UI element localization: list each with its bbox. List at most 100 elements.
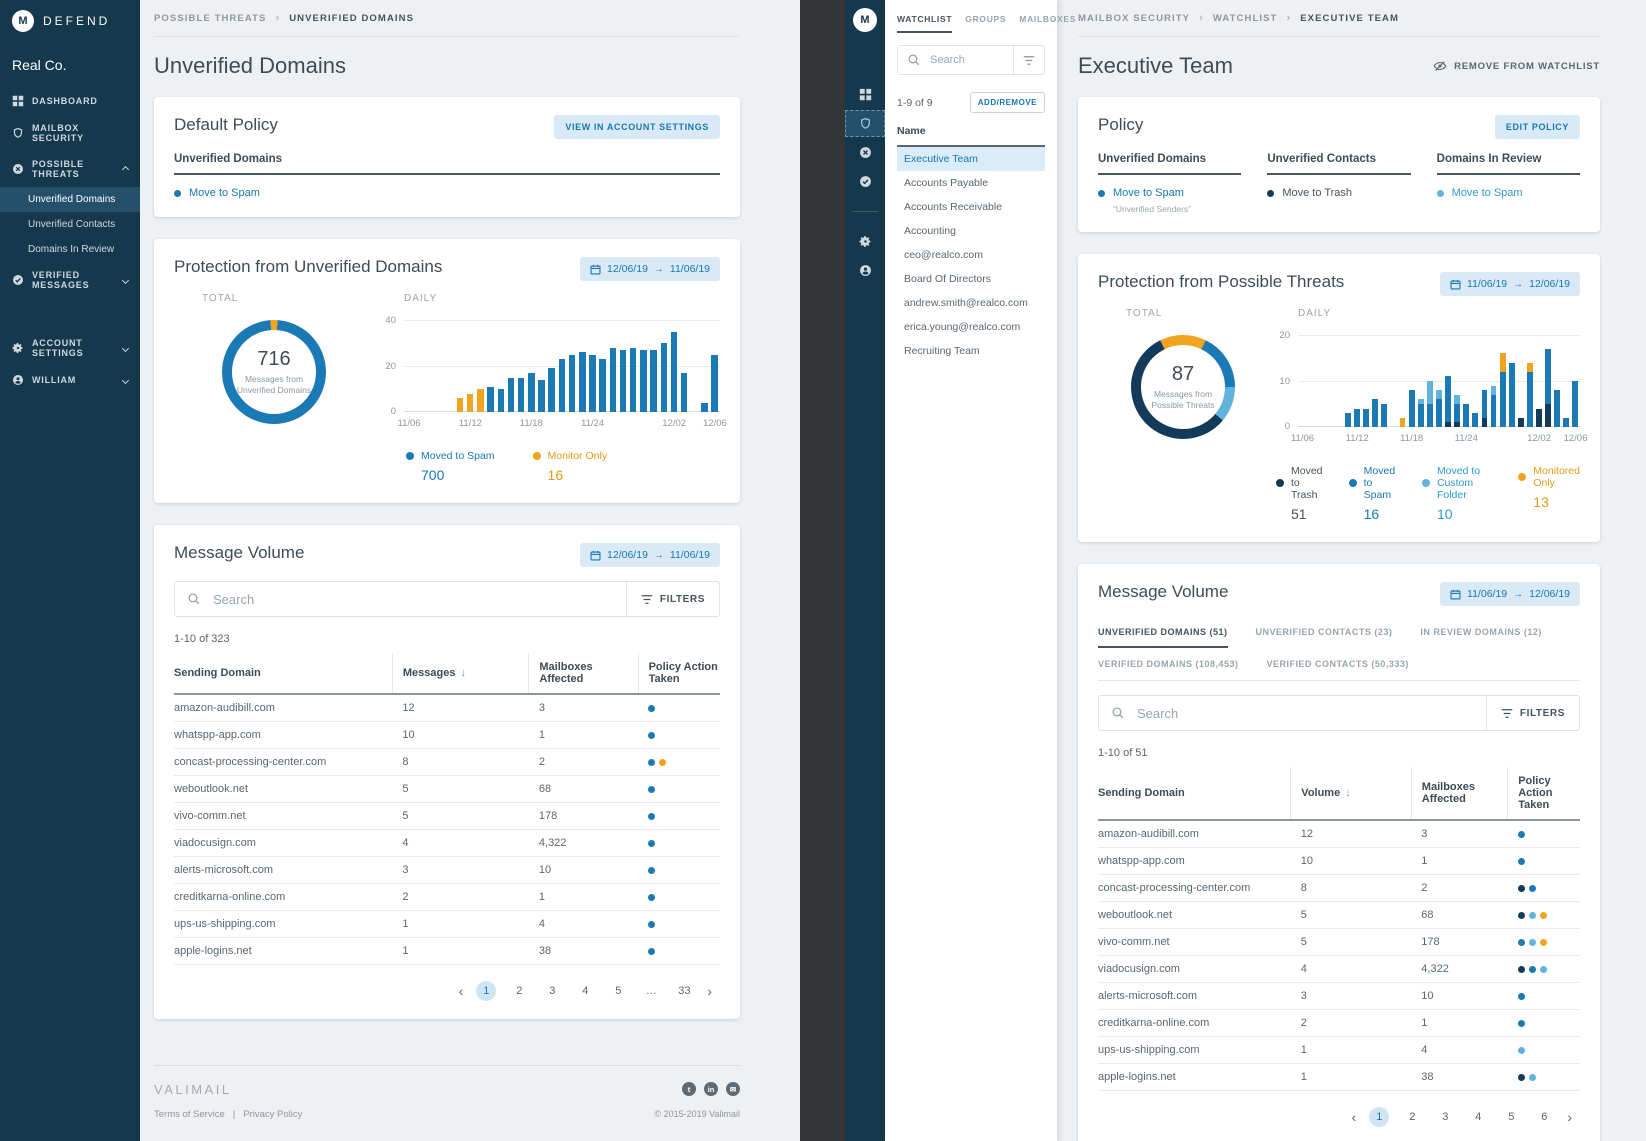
table-row[interactable]: creditkarna-online.com21 bbox=[174, 884, 720, 911]
next-page-button[interactable]: › bbox=[707, 983, 712, 999]
rail-item-user[interactable] bbox=[845, 257, 885, 284]
search-input[interactable] bbox=[1135, 705, 1486, 722]
prev-page-button[interactable]: ‹ bbox=[1352, 1109, 1357, 1125]
search-input[interactable] bbox=[211, 591, 626, 608]
add-remove-button[interactable]: ADD/REMOVE bbox=[970, 92, 1045, 113]
terms-of-service-link[interactable]: Terms of Service bbox=[154, 1109, 225, 1120]
table-row[interactable]: amazon-audibill.com123 bbox=[174, 694, 720, 722]
breadcrumb-parent[interactable]: POSSIBLE THREATS bbox=[154, 13, 266, 24]
list-item[interactable]: andrew.smith@realco.com bbox=[897, 291, 1045, 315]
page-button[interactable]: 3 bbox=[542, 981, 562, 1001]
table-row[interactable]: weboutlook.net568 bbox=[1098, 902, 1580, 929]
prev-page-button[interactable]: ‹ bbox=[459, 983, 464, 999]
breadcrumb-root[interactable]: MAILBOX SECURITY bbox=[1078, 13, 1190, 24]
date-range-badge[interactable]: 11/06/19 → 12/06/19 bbox=[1440, 272, 1580, 296]
linkedin-icon[interactable]: in bbox=[704, 1082, 718, 1096]
tab-in-review-domains[interactable]: IN REVIEW DOMAINS (12) bbox=[1420, 616, 1542, 648]
list-item[interactable]: erica.young@realco.com bbox=[897, 315, 1045, 339]
sidebar-item-verified-messages[interactable]: VERIFIED MESSAGES bbox=[0, 262, 140, 298]
table-row[interactable]: weboutlook.net568 bbox=[174, 776, 720, 803]
page-button[interactable]: 4 bbox=[1468, 1107, 1488, 1127]
table-row[interactable]: amazon-audibill.com123 bbox=[1098, 820, 1580, 848]
rail-item-dashboard[interactable] bbox=[845, 81, 885, 108]
table-row[interactable]: vivo-comm.net5178 bbox=[174, 803, 720, 830]
defend-logo-icon[interactable]: M bbox=[853, 8, 877, 32]
sidebar-item-user[interactable]: WILLIAM bbox=[0, 366, 140, 394]
view-in-account-settings-button[interactable]: VIEW IN ACCOUNT SETTINGS bbox=[554, 115, 720, 139]
list-item[interactable]: Accounts Receivable bbox=[897, 195, 1045, 219]
email-icon[interactable]: ✉ bbox=[726, 1082, 740, 1096]
rail-item-account-settings[interactable] bbox=[845, 228, 885, 255]
filters-button[interactable]: FILTERS bbox=[1486, 696, 1579, 730]
table-row[interactable]: viadocusign.com44,322 bbox=[174, 830, 720, 857]
remove-from-watchlist-button[interactable]: REMOVE FROM WATCHLIST bbox=[1433, 59, 1600, 73]
column-header-policy-action[interactable]: Policy Action Taken bbox=[1508, 767, 1580, 820]
table-row[interactable]: vivo-comm.net5178 bbox=[1098, 929, 1580, 956]
filter-button[interactable] bbox=[1013, 46, 1044, 74]
search-input[interactable] bbox=[928, 53, 1013, 67]
column-header-sending-domain[interactable]: Sending Domain bbox=[1098, 767, 1291, 820]
sidebar-item-unverified-domains[interactable]: Unverified Domains bbox=[0, 187, 140, 212]
column-header-messages[interactable]: Messages↓ bbox=[392, 653, 529, 694]
list-item[interactable]: Accounts Payable bbox=[897, 171, 1045, 195]
list-item[interactable]: Board Of Directors bbox=[897, 267, 1045, 291]
table-row[interactable]: alerts-microsoft.com310 bbox=[174, 857, 720, 884]
list-item[interactable]: Recruiting Team bbox=[897, 339, 1045, 363]
rail-item-mailbox-security[interactable] bbox=[845, 110, 885, 137]
table-row[interactable]: concast-processing-center.com82 bbox=[1098, 875, 1580, 902]
date-range-badge[interactable]: 12/06/19 → 11/06/19 bbox=[580, 257, 720, 281]
filters-button[interactable]: FILTERS bbox=[626, 582, 719, 616]
tab-unverified-contacts[interactable]: UNVERIFIED CONTACTS (23) bbox=[1256, 616, 1393, 648]
table-row[interactable]: alerts-microsoft.com310 bbox=[1098, 983, 1580, 1010]
page-button[interactable]: … bbox=[641, 981, 661, 1001]
sidebar-item-domains-in-review[interactable]: Domains In Review bbox=[0, 237, 140, 262]
page-button[interactable]: 1 bbox=[476, 981, 496, 1001]
column-header-mailboxes-affected[interactable]: Mailboxes Affected bbox=[1411, 767, 1507, 820]
next-page-button[interactable]: › bbox=[1567, 1109, 1572, 1125]
table-row[interactable]: creditkarna-online.com21 bbox=[1098, 1010, 1580, 1037]
tab-groups[interactable]: GROUPS bbox=[965, 14, 1006, 33]
twitter-icon[interactable]: t bbox=[682, 1082, 696, 1096]
sidebar-item-possible-threats[interactable]: POSSIBLE THREATS bbox=[0, 151, 140, 187]
tab-verified-domains[interactable]: VERIFIED DOMAINS (108,453) bbox=[1098, 648, 1239, 680]
tab-unverified-domains[interactable]: UNVERIFIED DOMAINS (51) bbox=[1098, 616, 1228, 648]
sidebar-item-unverified-contacts[interactable]: Unverified Contacts bbox=[0, 212, 140, 237]
sidebar-item-dashboard[interactable]: DASHBOARD bbox=[0, 87, 140, 115]
page-button[interactable]: 1 bbox=[1369, 1107, 1389, 1127]
page-button[interactable]: 33 bbox=[674, 981, 694, 1001]
page-button[interactable]: 3 bbox=[1435, 1107, 1455, 1127]
rail-item-possible-threats[interactable] bbox=[845, 139, 885, 166]
date-range-badge[interactable]: 12/06/19 → 11/06/19 bbox=[580, 543, 720, 567]
list-item[interactable]: Accounting bbox=[897, 219, 1045, 243]
column-header-sending-domain[interactable]: Sending Domain bbox=[174, 653, 392, 694]
table-row[interactable]: ups-us-shipping.com14 bbox=[174, 911, 720, 938]
tab-verified-contacts[interactable]: VERIFIED CONTACTS (50,333) bbox=[1267, 648, 1409, 680]
column-header-mailboxes-affected[interactable]: Mailboxes Affected bbox=[529, 653, 638, 694]
edit-policy-button[interactable]: EDIT POLICY bbox=[1495, 115, 1580, 139]
privacy-policy-link[interactable]: Privacy Policy bbox=[243, 1109, 302, 1120]
table-row[interactable]: whatspp-app.com101 bbox=[1098, 848, 1580, 875]
table-row[interactable]: viadocusign.com44,322 bbox=[1098, 956, 1580, 983]
column-header-policy-action[interactable]: Policy Action Taken bbox=[638, 653, 720, 694]
date-range-badge[interactable]: 11/06/19 → 12/06/19 bbox=[1440, 582, 1580, 606]
page-button[interactable]: 4 bbox=[575, 981, 595, 1001]
sidebar-item-account-settings[interactable]: ACCOUNT SETTINGS bbox=[0, 330, 140, 366]
list-item[interactable]: ceo@realco.com bbox=[897, 243, 1045, 267]
rail-item-verified-messages[interactable] bbox=[845, 168, 885, 195]
table-row[interactable]: concast-processing-center.com82 bbox=[174, 749, 720, 776]
page-button[interactable]: 2 bbox=[509, 981, 529, 1001]
column-header-volume[interactable]: Volume↓ bbox=[1291, 767, 1412, 820]
table-row[interactable]: apple-logins.net138 bbox=[174, 938, 720, 965]
sidebar-item-mailbox-security[interactable]: MAILBOX SECURITY bbox=[0, 115, 140, 151]
page-button[interactable]: 5 bbox=[608, 981, 628, 1001]
page-button[interactable]: 6 bbox=[1534, 1107, 1554, 1127]
list-item[interactable]: Executive Team bbox=[897, 147, 1045, 171]
table-row[interactable]: ups-us-shipping.com14 bbox=[1098, 1037, 1580, 1064]
page-button[interactable]: 5 bbox=[1501, 1107, 1521, 1127]
tab-watchlist[interactable]: WATCHLIST bbox=[897, 14, 952, 33]
table-row[interactable]: whatspp-app.com101 bbox=[174, 722, 720, 749]
breadcrumb-parent[interactable]: WATCHLIST bbox=[1213, 13, 1278, 24]
tab-mailboxes[interactable]: MAILBOXES bbox=[1019, 14, 1076, 33]
table-row[interactable]: apple-logins.net138 bbox=[1098, 1064, 1580, 1091]
page-button[interactable]: 2 bbox=[1402, 1107, 1422, 1127]
